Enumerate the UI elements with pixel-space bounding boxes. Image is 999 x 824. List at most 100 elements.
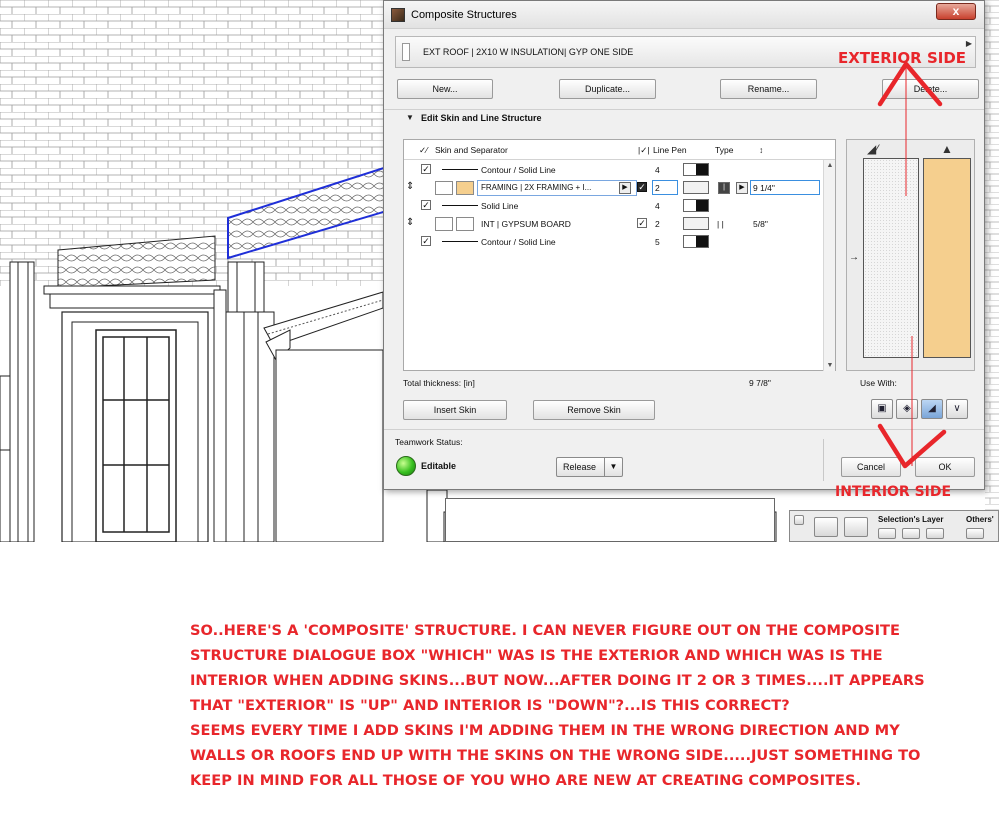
layer-lock-icon[interactable] xyxy=(902,528,920,539)
table-row[interactable]: ⇕ FRAMING | 2X FRAMING + I... ▶ ✓ 2 | ▶ … xyxy=(404,179,824,197)
scroll-up-icon[interactable]: ▲ xyxy=(825,162,835,169)
close-button[interactable]: x xyxy=(936,3,976,20)
caret-down-icon[interactable]: ▼ xyxy=(604,458,622,476)
table-row[interactable]: ⇕ INT | GYPSUM BOARD ✓ 2 | | 5/8" xyxy=(404,215,824,233)
skin-table-header: ✓⁄ Skin and Separator |✓| Line Pen Type … xyxy=(404,140,835,160)
lock-icon[interactable] xyxy=(844,517,868,537)
line-type-icon[interactable] xyxy=(683,235,709,248)
composite-name: EXT ROOF | 2X10 W INSULATION| GYP ONE SI… xyxy=(423,47,634,57)
composite-structures-dialog: Composite Structures x EXT ROOF | 2X10 W… xyxy=(383,0,985,490)
row-label: Contour / Solid Line xyxy=(481,165,556,175)
fill-swatch-icon[interactable] xyxy=(456,181,474,195)
thickness-icon: ↕ xyxy=(759,145,764,155)
triangle-down-icon: ▼ xyxy=(406,113,414,122)
total-thickness-label: Total thickness: [in] xyxy=(403,378,475,388)
others-layer-icon[interactable] xyxy=(966,528,984,539)
column-type: Type xyxy=(715,145,734,155)
line-type-icon[interactable] xyxy=(683,199,709,212)
row-checkbox[interactable]: ✓ xyxy=(637,182,647,192)
delete-button[interactable]: Delete... xyxy=(882,79,979,99)
use-with-label: Use With: xyxy=(860,378,897,388)
duplicate-button[interactable]: Duplicate... xyxy=(559,79,656,99)
arrow-right-icon[interactable]: ▶ xyxy=(736,182,748,194)
pen-swatch-icon[interactable] xyxy=(435,217,453,231)
drag-handle-icon[interactable]: ⇕ xyxy=(406,217,414,228)
dialog-titlebar[interactable]: Composite Structures x xyxy=(384,1,984,29)
row-pen[interactable]: 4 xyxy=(655,165,660,175)
skin-type-icon[interactable]: | | xyxy=(717,219,724,229)
interior-side-label: INTERIOR SIDE xyxy=(835,484,952,500)
table-row[interactable]: ✓ Contour / Solid Line 5 xyxy=(404,233,824,251)
roof-icon[interactable]: ◢ xyxy=(921,399,943,419)
row-thickness[interactable]: 5/8" xyxy=(753,219,768,229)
pen-swatch-icon[interactable] xyxy=(435,181,453,195)
checkmark-icon: ✓⁄ xyxy=(419,145,428,155)
composite-swatch-icon xyxy=(402,43,410,61)
skin-structure-section-header[interactable]: ▼ Edit Skin and Line Structure xyxy=(395,111,975,129)
rename-button[interactable]: Rename... xyxy=(720,79,817,99)
solid-line-icon xyxy=(442,205,478,206)
solid-line-icon xyxy=(442,241,478,242)
scroll-down-icon[interactable]: ▼ xyxy=(825,362,835,369)
row-label: Contour / Solid Line xyxy=(481,237,556,247)
ok-button[interactable]: OK xyxy=(915,457,975,477)
skin-type-icon[interactable]: | xyxy=(718,182,730,194)
brush-icon[interactable]: ▲ xyxy=(941,142,953,156)
line-type-icon[interactable] xyxy=(683,181,709,194)
teamwork-status-label: Teamwork Status: xyxy=(395,437,463,447)
table-row[interactable]: ✓ Contour / Solid Line 4 xyxy=(404,161,824,179)
row-pen[interactable]: 4 xyxy=(655,201,660,211)
dialog-title: Composite Structures xyxy=(411,9,517,21)
row-checkbox[interactable]: ✓ xyxy=(421,164,431,174)
archicad-app-icon xyxy=(391,8,405,22)
column-skin-separator: Skin and Separator xyxy=(435,145,508,155)
row-checkbox[interactable]: ✓ xyxy=(421,200,431,210)
close-icon[interactable] xyxy=(794,515,804,525)
layer-visibility-icon[interactable] xyxy=(878,528,896,539)
row-label: INT | GYPSUM BOARD xyxy=(481,219,571,229)
insert-skin-button[interactable]: Insert Skin xyxy=(403,400,507,420)
row-pen[interactable]: 5 xyxy=(655,237,660,247)
divider xyxy=(384,109,984,110)
check-all-icon: |✓| xyxy=(638,145,650,155)
eye-icon[interactable] xyxy=(814,517,838,537)
chevron-right-icon: ▶ xyxy=(965,39,972,48)
preview-skin-gypsum xyxy=(863,158,919,358)
section-cut-icon[interactable]: ◢⁄ xyxy=(867,142,878,156)
layer-solo-icon[interactable] xyxy=(926,528,944,539)
line-type-icon[interactable] xyxy=(683,163,709,176)
solid-line-icon xyxy=(442,169,478,170)
row-pen[interactable]: 2 xyxy=(655,183,660,193)
arrow-right-icon: → xyxy=(849,252,859,263)
skin-preview: ◢⁄ ▲ → xyxy=(846,139,975,371)
release-dropdown[interactable]: Release ▼ xyxy=(556,457,623,477)
skin-table: ✓⁄ Skin and Separator |✓| Line Pen Type … xyxy=(403,139,836,371)
new-button[interactable]: New... xyxy=(397,79,493,99)
row-pen[interactable]: 2 xyxy=(655,219,660,229)
wall-icon[interactable]: ▣ xyxy=(871,399,893,419)
table-row[interactable]: ✓ Solid Line 4 xyxy=(404,197,824,215)
annotation-comment: SO..HERE'S A 'COMPOSITE' STRUCTURE. I CA… xyxy=(190,622,925,789)
remove-skin-button[interactable]: Remove Skin xyxy=(533,400,655,420)
fill-swatch-icon[interactable] xyxy=(456,217,474,231)
slab-icon[interactable]: ◈ xyxy=(896,399,918,419)
shell-icon[interactable]: ∨ xyxy=(946,399,968,419)
row-checkbox[interactable]: ✓ xyxy=(421,236,431,246)
row-thickness[interactable]: 9 1/4" xyxy=(753,183,775,193)
green-status-icon xyxy=(396,456,416,476)
divider xyxy=(823,439,824,481)
column-line-pen: Line Pen xyxy=(653,145,687,155)
exterior-side-label: EXTERIOR SIDE xyxy=(838,49,967,67)
arrow-right-icon[interactable]: ▶ xyxy=(619,182,631,194)
row-checkbox[interactable]: ✓ xyxy=(637,218,647,228)
line-type-icon[interactable] xyxy=(683,217,709,230)
table-scrollbar[interactable]: ▲ ▼ xyxy=(823,160,835,371)
cancel-button[interactable]: Cancel xyxy=(841,457,901,477)
layer-palette: Selection's Layer Others' xyxy=(789,510,999,542)
section-view-fragment[interactable] xyxy=(445,498,775,542)
row-label[interactable]: FRAMING | 2X FRAMING + I... xyxy=(477,180,637,196)
preview-skin-framing xyxy=(923,158,971,358)
drag-handle-icon[interactable]: ⇕ xyxy=(406,181,414,192)
row-label: Solid Line xyxy=(481,201,519,211)
teamwork-status: Editable xyxy=(421,461,457,471)
